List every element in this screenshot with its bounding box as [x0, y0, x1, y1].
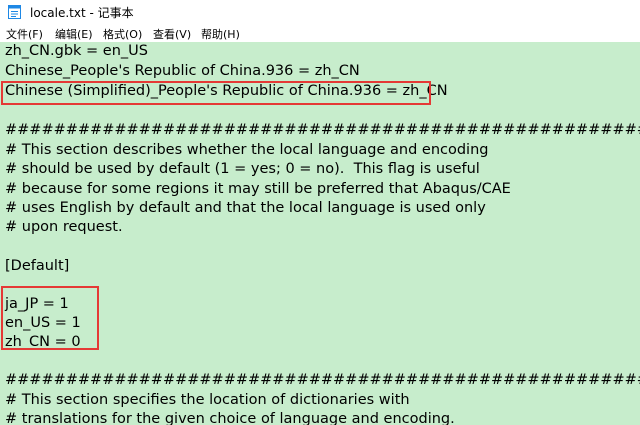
menu-file[interactable]: 文件(F)	[6, 26, 43, 42]
menu-edit[interactable]: 编辑(E)	[55, 26, 93, 42]
text-line: ########################################…	[5, 122, 640, 138]
notepad-icon	[8, 4, 21, 19]
text-line: # This section describes whether the loc…	[5, 142, 489, 158]
text-line: ########################################…	[5, 372, 640, 388]
text-line: # should be used by default (1 = yes; 0 …	[5, 161, 480, 177]
text-editor[interactable]: zh_CN.gbk = en_US Chinese_People's Repub…	[0, 42, 640, 425]
text-line: Chinese_People's Republic of China.936 =…	[5, 63, 360, 79]
text-line: # because for some regions it may still …	[5, 181, 511, 197]
highlight-box-simplified-chinese	[1, 81, 431, 105]
text-line: # This section specifies the location of…	[5, 392, 410, 408]
text-line: zh_CN.gbk = en_US	[5, 43, 148, 59]
title-bar[interactable]: locale.txt - 记事本	[0, 0, 640, 24]
menu-bar: 文件(F) 编辑(E) 格式(O) 查看(V) 帮助(H)	[0, 24, 640, 42]
menu-view[interactable]: 查看(V)	[153, 26, 191, 42]
text-line: # uses English by default and that the l…	[5, 200, 486, 216]
window-title: locale.txt - 记事本	[30, 6, 134, 20]
menu-help[interactable]: 帮助(H)	[201, 26, 240, 42]
notepad-window: locale.txt - 记事本 文件(F) 编辑(E) 格式(O) 查看(V)…	[0, 0, 640, 425]
text-line: # upon request.	[5, 219, 123, 235]
highlight-box-default-languages	[1, 286, 99, 350]
text-line: [Default]	[5, 258, 70, 274]
text-line: # translations for the given choice of l…	[5, 411, 455, 425]
menu-format[interactable]: 格式(O)	[103, 26, 142, 42]
